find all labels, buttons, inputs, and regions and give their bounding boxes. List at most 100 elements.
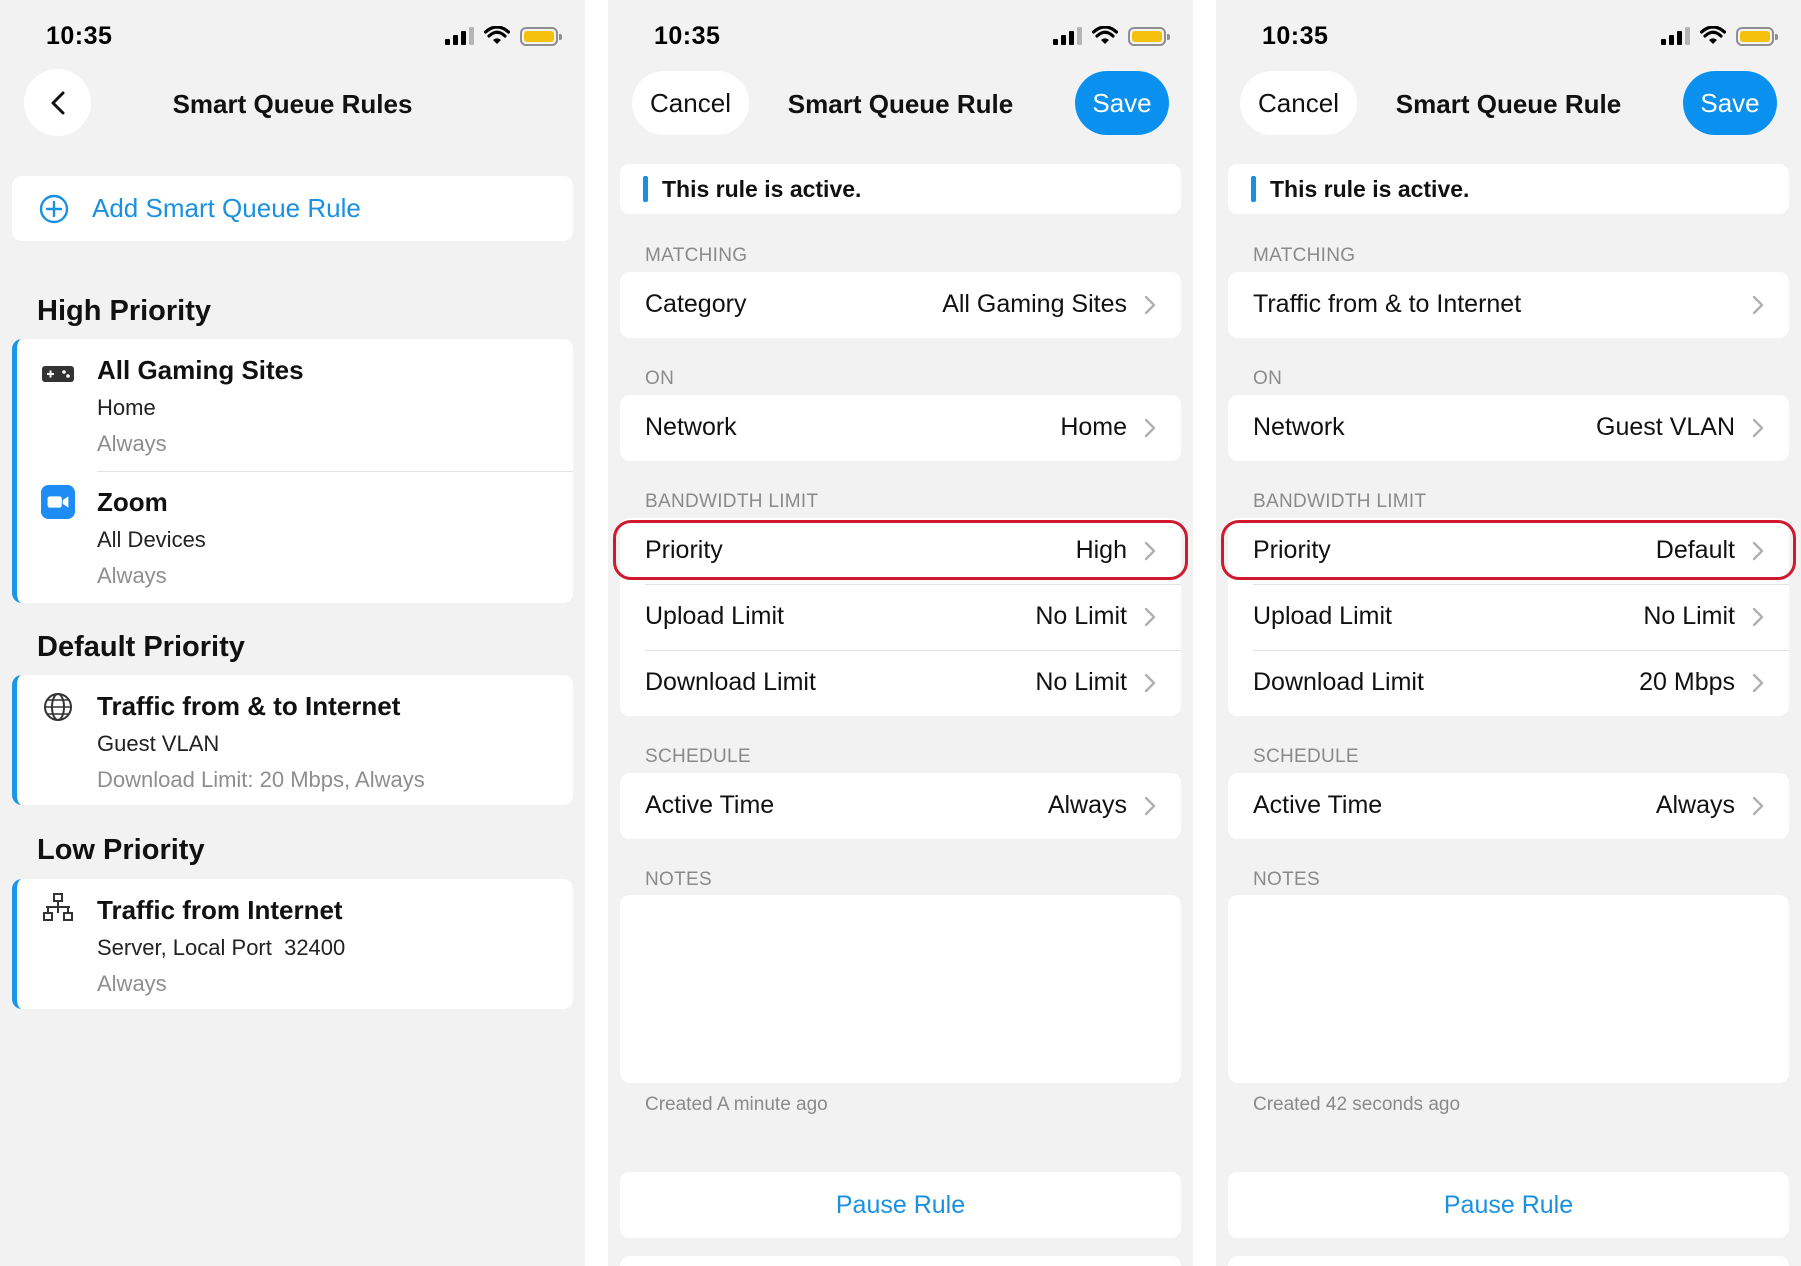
rule-target: Server, Local Port 32400 [97, 935, 346, 960]
row-label: Priority [1253, 536, 1331, 564]
section-label-schedule: SCHEDULE [1253, 746, 1359, 767]
chevron-right-icon [1752, 607, 1764, 627]
next-card [620, 1256, 1181, 1266]
status-time: 10:35 [1262, 22, 1329, 50]
rule-schedule: Always [97, 563, 167, 588]
row-value: No Limit [1035, 668, 1127, 696]
rule-group-high: All Gaming Sites Home Always Zoom All De… [12, 339, 573, 603]
rule-name: Zoom [97, 487, 168, 517]
row-label: Active Time [1253, 791, 1383, 819]
rule-target: Home [97, 395, 156, 420]
cellular-signal-icon [1053, 27, 1082, 45]
add-rule-button[interactable]: Add Smart Queue Rule [12, 176, 573, 241]
schedule-group: Active Time Always [1228, 773, 1789, 839]
wifi-icon [1700, 26, 1726, 44]
rule-schedule: Download Limit: 20 Mbps, Always [97, 767, 425, 792]
schedule-group: Active Time Always [620, 773, 1181, 839]
section-heading-low: Low Priority [37, 834, 205, 866]
priority-row[interactable]: Priority Default [1228, 518, 1789, 584]
download-limit-row[interactable]: Download Limit 20 Mbps [1228, 650, 1789, 716]
chevron-right-icon [1144, 541, 1156, 561]
save-button[interactable]: Save [1683, 71, 1777, 135]
chevron-right-icon [1752, 418, 1764, 438]
row-value: All Gaming Sites [942, 290, 1127, 318]
active-banner: This rule is active. [1228, 164, 1789, 214]
section-label-matching: MATCHING [645, 245, 748, 266]
notes-textarea[interactable] [1228, 895, 1789, 1083]
section-label-bandwidth: BANDWIDTH LIMIT [1253, 491, 1427, 512]
battery-icon [1736, 26, 1778, 46]
section-heading-default: Default Priority [37, 631, 245, 663]
chevron-right-icon [1752, 295, 1764, 315]
matching-group: Category All Gaming Sites [620, 272, 1181, 338]
priority-row[interactable]: Priority High [620, 518, 1181, 584]
nav-bar: Cancel Smart Queue Rule Save [1216, 69, 1801, 139]
row-value: Home [1060, 413, 1127, 441]
pause-rule-button[interactable]: Pause Rule [1228, 1172, 1789, 1238]
row-label: Network [645, 413, 737, 441]
row-value: No Limit [1035, 602, 1127, 630]
chevron-right-icon [1752, 796, 1764, 816]
chevron-right-icon [1144, 295, 1156, 315]
bandwidth-group: Priority High Upload Limit No Limit Down… [620, 518, 1181, 716]
download-limit-row[interactable]: Download Limit No Limit [620, 650, 1181, 716]
wifi-icon [484, 26, 510, 44]
chevron-right-icon [1144, 673, 1156, 693]
status-bar: 10:35 [608, 0, 1193, 74]
network-row[interactable]: Network Guest VLAN [1228, 395, 1789, 461]
row-value: High [1075, 536, 1127, 564]
network-icon [41, 893, 75, 923]
rule-item[interactable]: Traffic from Internet Server, Local Port… [17, 879, 573, 1009]
row-label: Priority [645, 536, 723, 564]
on-group: Network Home [620, 395, 1181, 461]
status-bar: 10:35 [0, 0, 585, 74]
row-label: Network [1253, 413, 1345, 441]
cellular-signal-icon [445, 27, 474, 45]
row-label: Download Limit [645, 668, 816, 696]
gamepad-icon [41, 359, 75, 389]
upload-limit-row[interactable]: Upload Limit No Limit [620, 584, 1181, 650]
add-rule-label: Add Smart Queue Rule [92, 193, 361, 223]
row-value: Default [1655, 536, 1735, 564]
row-label: Upload Limit [645, 602, 784, 630]
row-label: Traffic from & to Internet [1253, 290, 1522, 318]
section-label-on: ON [1253, 368, 1283, 389]
row-value: Guest VLAN [1596, 413, 1735, 441]
row-label: Active Time [645, 791, 775, 819]
active-text: This rule is active. [1270, 175, 1470, 202]
cellular-signal-icon [1661, 27, 1690, 45]
section-label-matching: MATCHING [1253, 245, 1356, 266]
rule-name: Traffic from Internet [97, 895, 343, 925]
rule-group-low: Traffic from Internet Server, Local Port… [12, 879, 573, 1009]
save-button[interactable]: Save [1075, 71, 1169, 135]
network-row[interactable]: Network Home [620, 395, 1181, 461]
rule-schedule: Always [97, 431, 167, 456]
active-time-row[interactable]: Active Time Always [620, 773, 1181, 839]
rules-list-screen: 10:35 Smart Queue Rules Add Smart Queue … [0, 0, 585, 1266]
section-label-notes: NOTES [645, 869, 712, 890]
zoom-video-icon [41, 485, 75, 519]
upload-limit-row[interactable]: Upload Limit No Limit [1228, 584, 1789, 650]
category-row[interactable]: Category All Gaming Sites [620, 272, 1181, 338]
battery-icon [1128, 26, 1170, 46]
rule-item[interactable]: All Gaming Sites Home Always [17, 339, 573, 471]
rule-detail-screen-default: 10:35 Cancel Smart Queue Rule Save This … [1216, 0, 1801, 1266]
next-card [1228, 1256, 1789, 1266]
rule-item[interactable]: Traffic from & to Internet Guest VLAN Do… [17, 675, 573, 805]
row-label: Category [645, 290, 747, 318]
active-time-row[interactable]: Active Time Always [1228, 773, 1789, 839]
status-time: 10:35 [46, 22, 113, 50]
notes-textarea[interactable] [620, 895, 1181, 1083]
traffic-direction-row[interactable]: Traffic from & to Internet [1228, 272, 1789, 338]
nav-bar: Cancel Smart Queue Rule Save [608, 69, 1193, 139]
rule-group-default: Traffic from & to Internet Guest VLAN Do… [12, 675, 573, 805]
chevron-right-icon [1144, 607, 1156, 627]
row-value: No Limit [1643, 602, 1735, 630]
matching-group: Traffic from & to Internet [1228, 272, 1789, 338]
active-indicator [1251, 176, 1256, 202]
rule-item[interactable]: Zoom All Devices Always [17, 471, 573, 603]
created-timestamp: Created 42 seconds ago [1253, 1094, 1461, 1115]
section-heading-high: High Priority [37, 295, 212, 327]
pause-rule-button[interactable]: Pause Rule [620, 1172, 1181, 1238]
chevron-right-icon [1144, 418, 1156, 438]
